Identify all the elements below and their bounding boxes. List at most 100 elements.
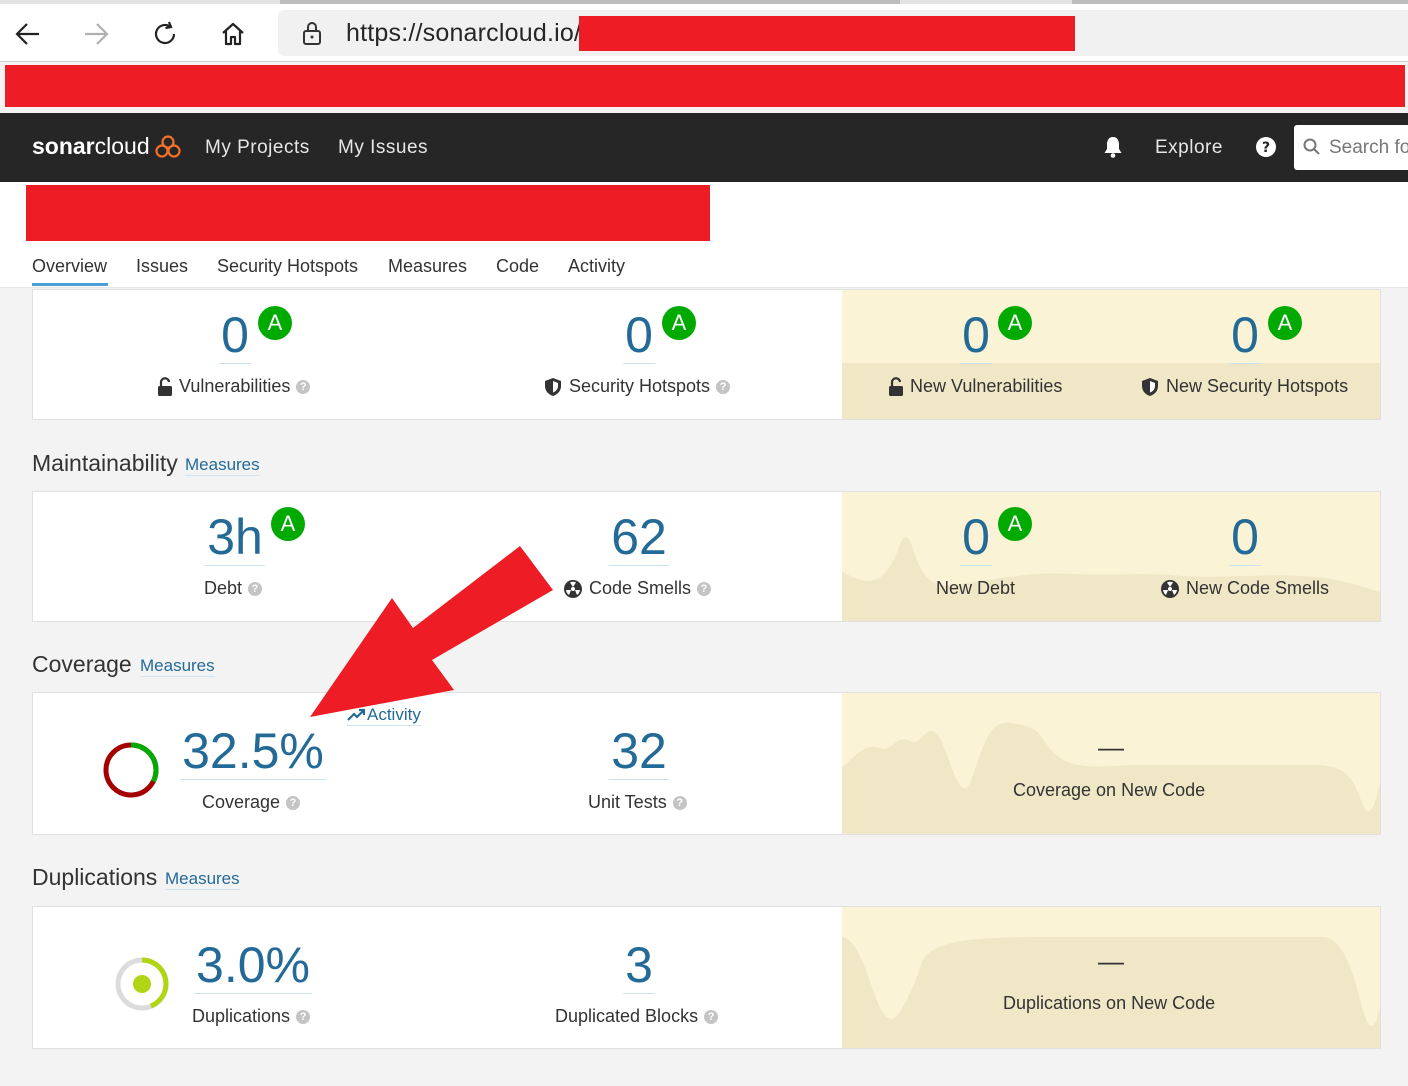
- help-circle-icon[interactable]: ?: [286, 795, 301, 810]
- debt-rating[interactable]: A: [271, 507, 305, 541]
- back-button[interactable]: [8, 14, 48, 54]
- new-code-chart-bg: [842, 363, 1380, 419]
- new-duplications-label: Duplications on New Code: [1003, 993, 1215, 1014]
- tab-issues[interactable]: Issues: [136, 256, 188, 277]
- security-hotspots-label: Security Hotspots ?: [543, 376, 731, 397]
- duplications-value[interactable]: 3.0%: [183, 937, 323, 994]
- new-duplications-label-text: Duplications on New Code: [1003, 993, 1216, 1013]
- help-circle-icon[interactable]: ?: [697, 581, 712, 596]
- new-coverage-label-text: Coverage on New Code: [1013, 780, 1206, 800]
- shield-icon: [545, 377, 561, 396]
- forward-button[interactable]: [76, 14, 116, 54]
- new-code-smells-label-text: New Code Smells: [1186, 578, 1330, 598]
- debt-label-text: Debt: [204, 578, 243, 598]
- logo-bold-text: sonar: [32, 133, 95, 159]
- help-icon[interactable]: ?: [1255, 136, 1277, 163]
- new-coverage-value: —: [1098, 732, 1124, 762]
- refresh-button[interactable]: [145, 14, 185, 54]
- duplicated-blocks-label: Duplicated Blocks ?: [555, 1006, 719, 1027]
- help-circle-icon[interactable]: ?: [704, 1009, 719, 1024]
- new-security-hotspots-label-text: New Security Hotspots: [1166, 376, 1349, 396]
- shield-icon: [1142, 377, 1158, 396]
- lock-icon: [300, 20, 324, 51]
- code-smells-label-text: Code Smells: [589, 578, 692, 598]
- activity-link-text: Activity: [367, 705, 421, 724]
- duplications-label: Duplications ?: [192, 1006, 311, 1027]
- tab-measures[interactable]: Measures: [388, 256, 467, 277]
- refresh-icon: [154, 21, 176, 45]
- tab-activity[interactable]: Activity: [568, 256, 625, 277]
- tab-strip-segment: [280, 0, 900, 4]
- security-hotspots-rating[interactable]: A: [662, 306, 696, 340]
- coverage-activity-link[interactable]: Activity: [347, 705, 421, 726]
- search-placeholder: Search fo: [1329, 137, 1408, 158]
- unlock-icon: [158, 376, 172, 396]
- home-icon: [222, 22, 244, 46]
- tab-security-hotspots[interactable]: Security Hotspots: [217, 256, 358, 277]
- coverage-measures-link[interactable]: Measures: [140, 656, 215, 677]
- new-vulnerabilities-label: New Vulnerabilities: [888, 376, 1062, 397]
- radiation-icon: [564, 579, 582, 598]
- address-url[interactable]: https://sonarcloud.io/: [346, 19, 581, 48]
- radiation-icon: [1161, 579, 1179, 598]
- help-circle-icon[interactable]: ?: [672, 795, 687, 810]
- duplicated-blocks-label-text: Duplicated Blocks: [555, 1006, 699, 1026]
- new-code-panel: [842, 693, 1380, 834]
- maintainability-measures-link[interactable]: Measures: [185, 455, 260, 476]
- new-vulnerabilities-rating[interactable]: A: [998, 306, 1032, 340]
- debt-label: Debt ?: [204, 578, 263, 599]
- redaction-block: [579, 16, 1075, 51]
- svg-text:?: ?: [1262, 140, 1270, 156]
- new-security-hotspots-rating[interactable]: A: [1268, 306, 1302, 340]
- bell-icon[interactable]: [1102, 135, 1124, 164]
- tab-overview[interactable]: Overview: [32, 256, 107, 277]
- tab-code[interactable]: Code: [496, 256, 539, 277]
- new-code-chart-bg: [842, 722, 1380, 834]
- help-circle-icon[interactable]: ?: [248, 581, 263, 596]
- duplications-title: Duplications: [32, 864, 158, 890]
- new-vulnerabilities-label-text: New Vulnerabilities: [910, 376, 1063, 396]
- code-smells-label: Code Smells ?: [563, 578, 712, 599]
- nav-my-projects[interactable]: My Projects: [205, 137, 310, 159]
- new-security-hotspots-label: New Security Hotspots: [1140, 376, 1348, 397]
- logo-thin-text: cloud: [94, 133, 150, 159]
- vulnerabilities-label-text: Vulnerabilities: [179, 376, 291, 396]
- redaction-block: [26, 185, 710, 241]
- help-circle-icon[interactable]: ?: [296, 379, 311, 394]
- arrow-left-icon: [15, 23, 39, 45]
- new-coverage-label: Coverage on New Code: [1013, 780, 1205, 801]
- home-button[interactable]: [213, 14, 253, 54]
- new-code-smells-value[interactable]: 0: [1205, 509, 1285, 566]
- cloud-logo-icon: [155, 134, 181, 158]
- code-smells-value[interactable]: 62: [599, 509, 679, 566]
- top-navbar: sonar cloud My Projects My Issues Explore…: [0, 113, 1408, 182]
- nav-explore[interactable]: Explore: [1155, 137, 1223, 159]
- coverage-donut[interactable]: [102, 741, 160, 804]
- vulnerabilities-rating[interactable]: A: [258, 306, 292, 340]
- new-duplications-value: —: [1098, 946, 1124, 976]
- new-code-panel: [842, 907, 1380, 1048]
- new-debt-rating[interactable]: A: [998, 507, 1032, 541]
- duplications-measures-link[interactable]: Measures: [165, 869, 240, 890]
- coverage-title: Coverage: [32, 651, 132, 677]
- tab-strip-segment: [1072, 0, 1408, 4]
- sonarcloud-logo[interactable]: sonar cloud: [32, 133, 182, 160]
- new-code-panel: [842, 492, 1380, 621]
- arrow-right-icon: [85, 23, 109, 45]
- security-hotspots-label-text: Security Hotspots: [569, 376, 711, 396]
- duplications-bubble-icon[interactable]: [113, 955, 171, 1018]
- duplications-label-text: Duplications: [192, 1006, 291, 1026]
- coverage-value[interactable]: 32.5%: [172, 723, 334, 780]
- debt-value[interactable]: 3h: [195, 509, 275, 566]
- search-icon: [1302, 137, 1322, 162]
- help-circle-icon[interactable]: ?: [296, 1009, 311, 1024]
- new-code-chart-bg: [842, 537, 1380, 621]
- duplicated-blocks-value[interactable]: 3: [599, 937, 679, 994]
- nav-my-issues[interactable]: My Issues: [338, 137, 428, 159]
- help-circle-icon[interactable]: ?: [716, 379, 731, 394]
- new-debt-label-text: New Debt: [936, 578, 1016, 598]
- unit-tests-value[interactable]: 32: [599, 723, 679, 780]
- unlock-icon: [889, 376, 903, 396]
- tab-strip: [0, 0, 1408, 4]
- coverage-label: Coverage ?: [202, 792, 301, 813]
